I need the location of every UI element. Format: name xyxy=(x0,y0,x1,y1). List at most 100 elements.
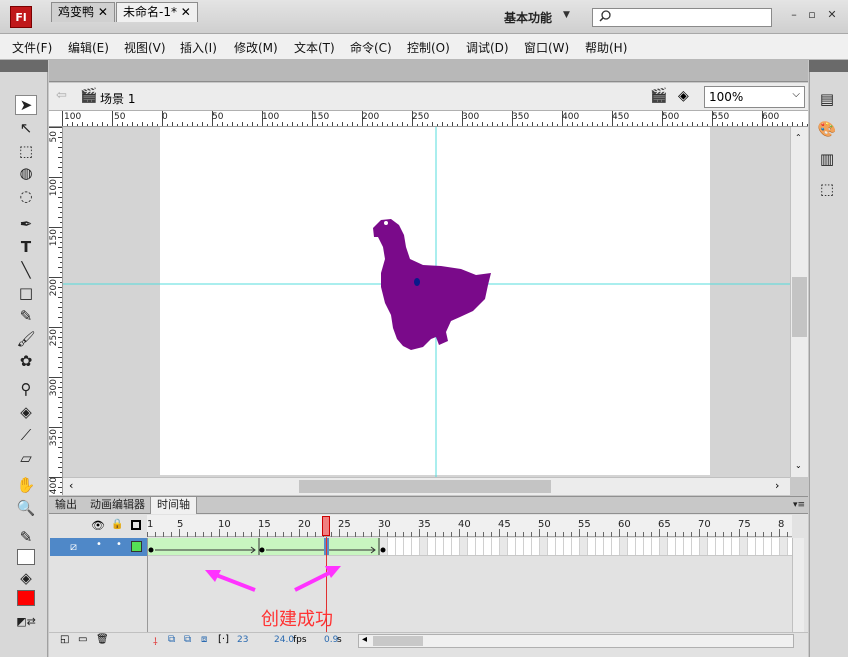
tab-timeline[interactable]: 时间轴 xyxy=(150,497,197,514)
menu-text[interactable]: 文本(T) xyxy=(294,39,335,56)
minimize-button[interactable]: – xyxy=(784,6,804,24)
chevron-left-icon[interactable]: ◂ xyxy=(362,634,367,645)
subselection-tool-icon[interactable]: ↖ xyxy=(15,118,37,138)
chicken-eye xyxy=(384,221,388,225)
menu-help[interactable]: 帮助(H) xyxy=(585,39,627,56)
fill-color-swatch[interactable] xyxy=(17,590,35,606)
panel-menu-icon[interactable]: ▾≡ xyxy=(787,497,811,514)
center-frame-icon[interactable]: ⸸ xyxy=(153,634,158,648)
properties-panel-icon[interactable]: ▤ xyxy=(816,88,838,110)
close-icon[interactable]: ✕ xyxy=(181,5,191,19)
menu-view[interactable]: 视图(V) xyxy=(124,39,166,56)
color-panel-icon[interactable]: 🎨 xyxy=(816,118,838,140)
layer-row[interactable]: ⧄ • • xyxy=(50,538,147,556)
frame-cell-shade xyxy=(739,538,747,555)
menu-commands[interactable]: 命令(C) xyxy=(350,39,392,56)
outline-color-swatch[interactable] xyxy=(131,541,142,552)
menu-control[interactable]: 控制(O) xyxy=(407,39,450,56)
chicken-shape[interactable] xyxy=(373,219,491,350)
edit-scene-icon[interactable]: 🎬 xyxy=(650,88,667,104)
stroke-color-icon[interactable]: ✎ xyxy=(15,527,37,547)
selection-tool-icon[interactable]: ➤ xyxy=(15,95,37,115)
menu-edit[interactable]: 编辑(E) xyxy=(68,39,109,56)
onion-outline-icon[interactable]: ⧉ xyxy=(184,634,191,645)
keyframe-1[interactable] xyxy=(148,547,154,553)
menu-bar: 文件(F) 编辑(E) 视图(V) 插入(I) 修改(M) 文本(T) 命令(C… xyxy=(0,34,848,60)
keyframe-30[interactable] xyxy=(380,547,386,553)
trash-icon[interactable]: 🗑 xyxy=(96,634,109,645)
chevron-up-icon[interactable]: ⌃ xyxy=(795,133,802,142)
lock-dot[interactable]: • xyxy=(116,539,122,550)
right-panel-header[interactable] xyxy=(809,60,848,72)
playhead[interactable] xyxy=(322,516,330,536)
search-input[interactable] xyxy=(592,8,772,27)
frame-cell-shade xyxy=(699,538,707,555)
swap-colors-icon[interactable]: ◩⇄ xyxy=(15,611,37,631)
menu-window[interactable]: 窗口(W) xyxy=(524,39,569,56)
chevron-down-icon[interactable]: ⌄ xyxy=(795,461,802,470)
tween-span[interactable] xyxy=(148,538,380,555)
paint-bucket-tool-icon[interactable]: ◈ xyxy=(15,402,37,422)
timeline-scroll-thumb[interactable] xyxy=(373,636,423,646)
eraser-tool-icon[interactable]: ▱ xyxy=(15,448,37,468)
text-tool-icon[interactable]: T xyxy=(15,237,37,257)
line-tool-icon[interactable]: ╲ xyxy=(15,260,37,280)
onion-skin-icon[interactable]: ⧉ xyxy=(168,634,175,645)
3d-rotation-tool-icon[interactable]: ◍ xyxy=(15,163,37,183)
frame-cell-shade xyxy=(619,538,627,555)
transform-point[interactable] xyxy=(414,278,420,286)
horizontal-scroll-thumb[interactable] xyxy=(299,480,551,493)
new-folder-icon[interactable]: ▭ xyxy=(78,634,87,645)
doc-tab-1[interactable]: 鸡变鸭 ✕ xyxy=(51,2,115,22)
frames-row[interactable] xyxy=(147,538,792,556)
eyedropper-tool-icon[interactable]: ⟋ xyxy=(15,425,37,445)
zoom-tool-icon[interactable]: 🔍 xyxy=(15,498,37,518)
frame-rate[interactable]: 24.0 xyxy=(274,635,294,645)
stroke-color-swatch[interactable] xyxy=(17,549,35,565)
keyframe-15[interactable] xyxy=(259,547,265,553)
library-panel-icon[interactable]: ▥ xyxy=(816,148,838,170)
edit-symbols-icon[interactable]: ◈ xyxy=(678,88,689,104)
maximize-button[interactable]: ▫ xyxy=(802,6,822,24)
chevron-down-icon[interactable]: ▼ xyxy=(563,10,570,20)
outline-icon[interactable] xyxy=(131,520,141,530)
pen-tool-icon[interactable]: ✒ xyxy=(15,214,37,234)
vertical-scroll-thumb[interactable] xyxy=(792,277,807,337)
back-arrow-icon[interactable]: ⇦ xyxy=(56,88,67,103)
doc-tab-2[interactable]: 未命名-1* ✕ xyxy=(116,2,198,22)
tools-panel-header[interactable] xyxy=(0,60,48,72)
menu-file[interactable]: 文件(F) xyxy=(12,39,52,56)
eye-icon[interactable]: 👁 xyxy=(91,519,105,532)
current-frame[interactable]: 23 xyxy=(237,635,248,645)
rectangle-tool-icon[interactable]: □ xyxy=(15,283,37,303)
fill-color-icon[interactable]: ◈ xyxy=(15,568,37,588)
transform-panel-icon[interactable]: ⬚ xyxy=(816,178,838,200)
menu-debug[interactable]: 调试(D) xyxy=(466,39,509,56)
hand-tool-icon[interactable]: ✋ xyxy=(15,475,37,495)
tab-output[interactable]: 输出 xyxy=(49,497,83,514)
workspace-switcher[interactable]: 基本功能 xyxy=(504,9,552,26)
lasso-tool-icon[interactable]: ◌ xyxy=(15,186,37,206)
brush-tool-icon[interactable]: 🖌 xyxy=(15,329,37,349)
horizontal-scrollbar[interactable]: ‹ › xyxy=(63,477,790,495)
menu-modify[interactable]: 修改(M) xyxy=(234,39,278,56)
edit-multiple-frames-icon[interactable]: ⧈ xyxy=(201,634,207,645)
timeline-hscrollbar[interactable]: ◂ xyxy=(358,634,794,648)
modify-markers-icon[interactable]: [·] xyxy=(218,634,229,645)
lock-icon[interactable]: 🔒 xyxy=(111,519,123,530)
menu-insert[interactable]: 插入(I) xyxy=(180,39,217,56)
free-transform-tool-icon[interactable]: ⬚ xyxy=(15,141,37,161)
visibility-dot[interactable]: • xyxy=(96,539,102,550)
timeline-vscrollbar[interactable] xyxy=(792,538,804,632)
bone-tool-icon[interactable]: ⚲ xyxy=(15,379,37,399)
chevron-left-icon[interactable]: ‹ xyxy=(69,479,73,492)
tab-motion-editor[interactable]: 动画编辑器 xyxy=(84,497,151,514)
new-layer-icon[interactable]: ◱ xyxy=(60,634,69,645)
zoom-select[interactable]: 100% ⌵ xyxy=(704,86,805,108)
close-icon[interactable]: ✕ xyxy=(98,5,108,19)
pencil-tool-icon[interactable]: ✎ xyxy=(15,306,37,326)
chevron-right-icon[interactable]: › xyxy=(775,479,779,492)
close-button[interactable]: ✕ xyxy=(822,6,842,24)
vertical-scrollbar[interactable]: ⌃ ⌄ xyxy=(790,127,808,477)
deco-tool-icon[interactable]: ✿ xyxy=(15,351,37,371)
